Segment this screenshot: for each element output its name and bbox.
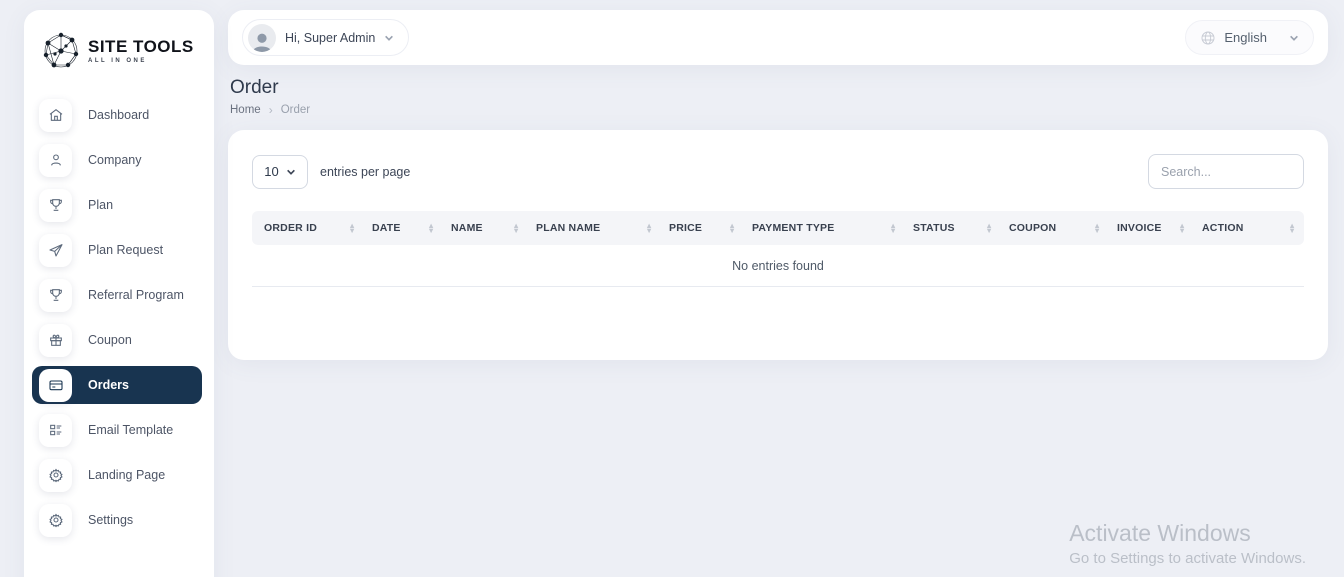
logo-title: SITE TOOLS — [88, 38, 194, 55]
sort-icon[interactable]: ▲▼ — [348, 223, 356, 233]
trophy-icon — [39, 189, 72, 222]
entries-select[interactable]: 10 — [252, 155, 308, 189]
orders-table-card: 10 entries per page Order Id▲▼ Date▲▼ Na… — [228, 130, 1328, 360]
gear-icon — [39, 459, 72, 492]
sort-icon[interactable]: ▲▼ — [427, 223, 435, 233]
column-header-name[interactable]: Name▲▼ — [443, 211, 528, 245]
column-header-invoice[interactable]: Invoice▲▼ — [1109, 211, 1194, 245]
sort-icon[interactable]: ▲▼ — [1093, 223, 1101, 233]
sort-icon[interactable]: ▲▼ — [889, 223, 897, 233]
logo-network-icon — [38, 28, 84, 74]
logo-tagline: ALL IN ONE — [88, 58, 194, 64]
sort-icon[interactable]: ▲▼ — [645, 223, 653, 233]
sidebar-item-company[interactable]: Company — [32, 141, 202, 179]
sidebar-menu: Dashboard Company Plan Plan Request Refe… — [24, 96, 214, 539]
avatar — [248, 24, 276, 52]
sort-icon[interactable]: ▲▼ — [985, 223, 993, 233]
sidebar-item-plan[interactable]: Plan — [32, 186, 202, 224]
sort-icon[interactable]: ▲▼ — [1288, 223, 1296, 233]
column-header-order-id[interactable]: Order Id▲▼ — [252, 211, 364, 245]
empty-row: No entries found — [252, 245, 1304, 287]
sidebar-item-dashboard[interactable]: Dashboard — [32, 96, 202, 134]
gift-icon — [39, 324, 72, 357]
entries-label: entries per page — [320, 165, 410, 179]
column-header-payment-type[interactable]: Payment Type▲▼ — [744, 211, 905, 245]
user-icon — [39, 144, 72, 177]
home-icon — [39, 99, 72, 132]
breadcrumb-home-link[interactable]: Home — [230, 104, 261, 116]
sidebar: SITE TOOLS ALL IN ONE Dashboard Company … — [24, 10, 214, 577]
logo: SITE TOOLS ALL IN ONE — [24, 24, 214, 88]
table-header-row: Order Id▲▼ Date▲▼ Name▲▼ Plan Name▲▼ Pri… — [252, 211, 1304, 245]
trophy-icon — [39, 279, 72, 312]
sidebar-item-orders[interactable]: Orders — [32, 366, 202, 404]
send-icon — [39, 234, 72, 267]
entries-select-value: 10 — [264, 164, 278, 179]
sort-icon[interactable]: ▲▼ — [1178, 223, 1186, 233]
template-icon — [39, 414, 72, 447]
column-header-status[interactable]: Status▲▼ — [905, 211, 1001, 245]
orders-table: Order Id▲▼ Date▲▼ Name▲▼ Plan Name▲▼ Pri… — [252, 211, 1304, 287]
chevron-down-icon — [1289, 33, 1299, 43]
column-header-coupon[interactable]: Coupon▲▼ — [1001, 211, 1109, 245]
language-selector[interactable]: English — [1185, 20, 1314, 55]
user-menu[interactable]: Hi, Super Admin — [242, 19, 409, 56]
language-label: English — [1224, 30, 1267, 45]
page-header: Order Home › Order — [228, 65, 1328, 117]
column-header-action[interactable]: Action▲▼ — [1194, 211, 1304, 245]
globe-icon — [1200, 30, 1216, 46]
user-greeting: Hi, Super Admin — [285, 31, 375, 45]
column-header-plan-name[interactable]: Plan Name▲▼ — [528, 211, 661, 245]
entries-per-page: 10 entries per page — [252, 155, 410, 189]
search-input[interactable] — [1148, 154, 1304, 189]
sidebar-item-landing-page[interactable]: Landing Page — [32, 456, 202, 494]
topbar: Hi, Super Admin English — [228, 10, 1328, 65]
sort-icon[interactable]: ▲▼ — [512, 223, 520, 233]
sidebar-item-settings[interactable]: Settings — [32, 501, 202, 539]
sidebar-item-plan-request[interactable]: Plan Request — [32, 231, 202, 269]
empty-message: No entries found — [252, 245, 1304, 287]
sidebar-item-referral-program[interactable]: Referral Program — [32, 276, 202, 314]
chevron-down-icon — [286, 167, 296, 177]
column-header-date[interactable]: Date▲▼ — [364, 211, 443, 245]
page-title: Order — [230, 77, 1326, 99]
sort-icon[interactable]: ▲▼ — [728, 223, 736, 233]
chevron-down-icon — [384, 33, 394, 43]
breadcrumb: Home › Order — [230, 103, 1326, 117]
main-area: Hi, Super Admin English Order Home › Ord… — [228, 0, 1328, 577]
column-header-price[interactable]: Price▲▼ — [661, 211, 744, 245]
breadcrumb-current: Order — [281, 104, 310, 116]
credit-card-icon — [39, 369, 72, 402]
gear-icon — [39, 504, 72, 537]
table-controls: 10 entries per page — [252, 154, 1304, 189]
breadcrumb-separator-icon: › — [269, 103, 273, 117]
sidebar-item-email-template[interactable]: Email Template — [32, 411, 202, 449]
sidebar-item-coupon[interactable]: Coupon — [32, 321, 202, 359]
